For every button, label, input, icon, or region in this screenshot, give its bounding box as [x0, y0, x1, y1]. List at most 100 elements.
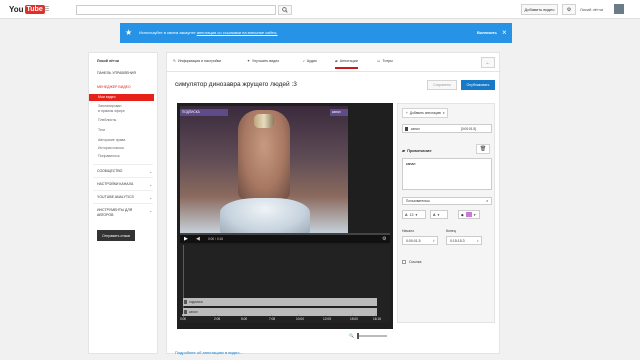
video-title: симулятор динозавра жрущего людей :3	[175, 81, 297, 88]
save-button[interactable]: Сохранено	[427, 80, 457, 90]
pencil-icon: ✎	[173, 59, 177, 63]
music-icon: ♪	[303, 59, 305, 63]
youtube-logo[interactable]: You Tube	[9, 3, 45, 15]
tab-bar: ✎ Информация и настройки ✦ Улучшить видео …	[167, 53, 501, 72]
annotation-time: [0:00:01.5]	[461, 127, 477, 131]
tab-label: Титры	[382, 59, 393, 63]
notice-text: Используйте в своем аккаунте	[139, 30, 196, 35]
annotation-editor: ПОДПИСКА канал ▶ ◀ 0:00 / 0:16 ⚙ подписк…	[177, 103, 393, 329]
chevron-down-icon: ▾	[437, 212, 440, 217]
font-size-value: 13	[409, 212, 414, 217]
annotation-icon: ▰	[335, 59, 338, 63]
annotation-timeline[interactable]: подписка канал 0:00 2:05 5:00 7:05 10:00…	[180, 245, 390, 323]
style-value: Пользовательск.	[406, 199, 431, 203]
annotation-overlay-channel[interactable]: канал	[330, 109, 348, 116]
settings-button[interactable]: ⚙	[562, 4, 576, 15]
chevron-down-icon: ▾	[443, 111, 445, 115]
sidebar-item-liked[interactable]: Понравилось	[98, 154, 120, 158]
annotation-properties-panel: + Добавить аннотацию ▾ канал [0:00:01.5] ▰…	[397, 103, 495, 323]
annotation-overlay-subscribe[interactable]: ПОДПИСКА	[180, 109, 228, 116]
upload-button[interactable]: Добавить видео	[521, 4, 558, 15]
link-checkbox[interactable]: Ссылка	[402, 260, 421, 264]
timeline-track[interactable]: подписка	[183, 298, 377, 306]
close-icon[interactable]: ×	[502, 28, 507, 37]
search-icon	[282, 7, 288, 13]
sidebar-item-community[interactable]: СООБЩЕСТВО	[97, 169, 122, 173]
note-icon: ▰	[402, 147, 406, 153]
sidebar-item-playlists[interactable]: Плейлисты	[98, 118, 116, 122]
gear-icon[interactable]: ⚙	[382, 236, 386, 242]
color-swatch	[465, 212, 472, 217]
tab-label: Улучшить видео	[252, 59, 280, 63]
divider	[93, 190, 153, 191]
sidebar-item-video-manager[interactable]: МЕНЕДЖЕР ВИДЕО	[97, 85, 131, 89]
end-time-input[interactable]: 0:15:15.3 ⇕	[446, 236, 482, 245]
tab-subtitles[interactable]: ▭ Титры	[377, 59, 393, 63]
style-select[interactable]: Пользовательск. ▾	[402, 197, 492, 205]
sidebar-item-live[interactable]: в прямом эфире	[98, 109, 125, 113]
learn-more-link[interactable]: Подробнее об аннотациях в видео...	[175, 350, 243, 355]
start-time-input[interactable]: 0:00:01.5 ⇕	[402, 236, 438, 245]
send-feedback-button[interactable]: Отправить отзыв	[97, 230, 135, 241]
sidebar-item-channel-settings[interactable]: НАСТРОЙКИ КАНАЛА	[97, 182, 133, 186]
checkbox[interactable]	[402, 260, 406, 264]
chevron-down-icon[interactable]: ⌄	[149, 169, 152, 174]
chevron-down-icon[interactable]: ⌄	[149, 208, 152, 213]
sidebar-channel-name[interactable]: Лисий лётчи	[97, 59, 119, 63]
search-input[interactable]	[76, 5, 276, 15]
sidebar-item-my-videos[interactable]: Мои видео	[89, 94, 154, 101]
background-color-select[interactable]: ◆ ▾	[458, 210, 480, 219]
tab-audio[interactable]: ♪ Аудио	[303, 59, 317, 63]
username[interactable]: Лисий лётчи	[580, 7, 603, 12]
back-button[interactable]: ←	[481, 57, 495, 68]
enable-button[interactable]: Включить	[477, 30, 497, 35]
subtitles-icon: ▭	[377, 59, 381, 63]
sidebar-item-scheduled[interactable]: Запланирован	[98, 104, 121, 108]
zoom-slider-track[interactable]	[357, 335, 387, 337]
chevron-down-icon[interactable]: ⌄	[149, 195, 152, 200]
guide-menu-icon[interactable]: ☰	[44, 6, 49, 13]
timeline-zoom[interactable]: 🔍	[349, 333, 389, 339]
chevron-down-icon[interactable]: ⌄	[149, 182, 152, 187]
text-color-select[interactable]: A ▾	[430, 210, 448, 219]
sidebar-item-creator-tools-2[interactable]: АВТОРОВ	[97, 213, 113, 217]
search-button[interactable]	[278, 5, 292, 15]
timeline-playhead[interactable]	[183, 245, 184, 317]
tab-enhance[interactable]: ✦ Улучшить видео	[247, 59, 279, 63]
sidebar-item-creator-tools[interactable]: ИНСТРУМЕНТЫ ДЛЯ	[97, 208, 132, 212]
divider	[93, 203, 153, 204]
annotation-name: канал	[411, 127, 420, 131]
play-icon[interactable]: ▶	[184, 236, 188, 242]
tab-info[interactable]: ✎ Информация и настройки	[173, 59, 221, 63]
delete-annotation-button[interactable]: 🗑	[476, 144, 490, 154]
annotation-color-swatch	[184, 300, 187, 304]
gear-icon: ⚙	[566, 6, 572, 13]
add-annotation-button[interactable]: + Добавить аннотацию ▾	[402, 108, 448, 118]
sidebar-item-analytics[interactable]: YOUTUBE ANALYTICS	[97, 195, 134, 199]
sidebar-item-dashboard[interactable]: ПАНЕЛЬ УПРАВЛЕНИЯ	[97, 71, 136, 75]
logo-you: You	[9, 4, 24, 14]
spinner-icon[interactable]: ⇕	[432, 237, 435, 245]
avatar[interactable]	[614, 4, 624, 14]
annotation-type-label: Примечание	[407, 147, 432, 153]
divider	[93, 177, 153, 178]
annotation-text-field[interactable]: канал	[402, 158, 492, 190]
sidebar-item-search-history[interactable]: История поиска	[98, 146, 124, 150]
divider	[93, 164, 153, 165]
tab-annotations[interactable]: ▰ Аннотации	[335, 59, 358, 69]
font-size-select[interactable]: A 13 ▾	[402, 210, 426, 219]
annotation-list-item[interactable]: канал [0:00:01.5]	[402, 124, 492, 133]
timeline-tick: 10:00	[296, 314, 304, 321]
spinner-icon[interactable]: ⇕	[476, 237, 479, 245]
player-controls: ▶ ◀ 0:00 / 0:16 ⚙	[180, 235, 390, 243]
sidebar-item-tags[interactable]: Теги	[98, 128, 105, 132]
time-display: 0:00 / 0:16	[208, 237, 224, 241]
volume-icon[interactable]: ◀	[196, 236, 200, 242]
end-label: Конец	[446, 229, 456, 233]
sidebar-item-copyright[interactable]: Авторские права	[98, 138, 125, 142]
zoom-slider-handle[interactable]	[357, 333, 359, 339]
publish-button[interactable]: Опубликовать	[461, 80, 495, 90]
notice-link[interactable]: аннотации со ссылками на внешние сайты.	[197, 30, 278, 35]
zoom-icon: 🔍	[349, 333, 354, 338]
video-preview[interactable]: ПОДПИСКА канал	[180, 106, 348, 235]
